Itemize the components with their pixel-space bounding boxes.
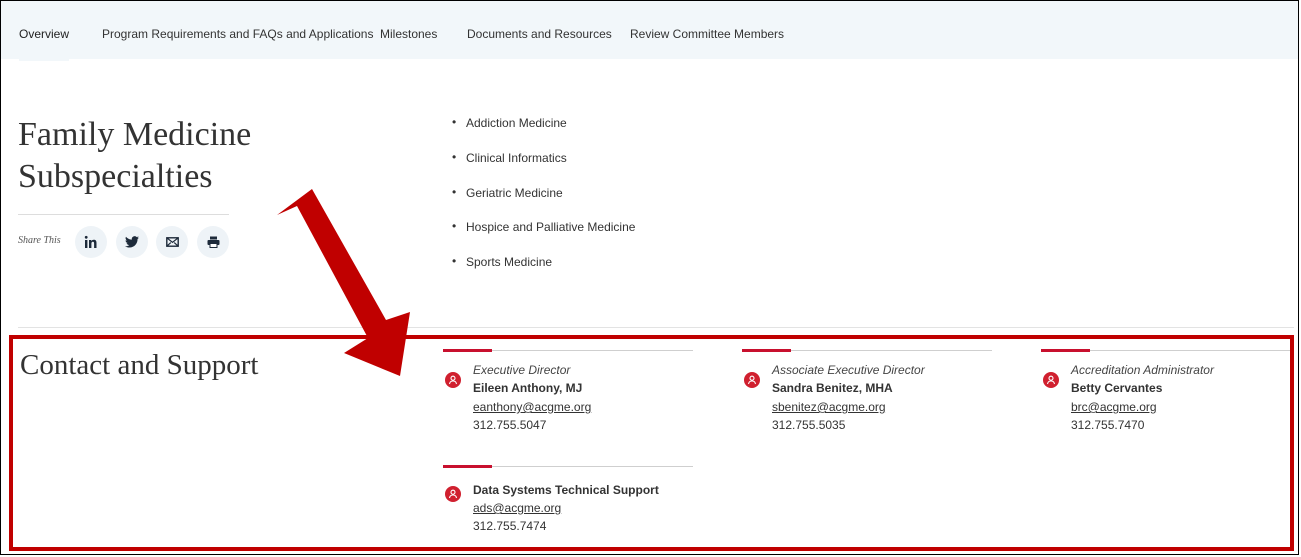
tab-documents-resources[interactable]: Documents and Resources bbox=[467, 27, 612, 41]
share-label: Share This bbox=[18, 235, 61, 246]
linkedin-icon bbox=[84, 235, 98, 249]
share-twitter-button[interactable] bbox=[116, 226, 148, 258]
list-item[interactable]: Addiction Medicine bbox=[452, 115, 635, 151]
tab-overview[interactable]: Overview bbox=[19, 27, 70, 61]
page-title-line-2: Subspecialties bbox=[18, 158, 213, 195]
email-icon bbox=[165, 237, 179, 247]
print-icon bbox=[207, 236, 220, 248]
tab-program-requirements[interactable]: Program Requirements and FAQs and Applic… bbox=[102, 27, 373, 41]
annotation-highlight-box bbox=[9, 335, 1294, 551]
section-divider bbox=[18, 327, 1294, 328]
page-title: Family Medicine Subspecialties bbox=[18, 114, 318, 198]
share-print-button[interactable] bbox=[197, 226, 229, 258]
twitter-icon bbox=[125, 236, 139, 248]
share-email-button[interactable] bbox=[156, 226, 188, 258]
subspecialty-list: Addiction Medicine Clinical Informatics … bbox=[452, 115, 635, 290]
list-item[interactable]: Clinical Informatics bbox=[452, 150, 635, 186]
share-linkedin-button[interactable] bbox=[75, 226, 107, 258]
tab-milestones[interactable]: Milestones bbox=[380, 27, 437, 41]
tab-review-committee[interactable]: Review Committee Members bbox=[630, 27, 784, 41]
page-title-line-1: Family Medicine bbox=[18, 116, 252, 153]
list-item[interactable]: Sports Medicine bbox=[452, 254, 635, 290]
title-divider bbox=[18, 214, 229, 215]
list-item[interactable]: Hospice and Palliative Medicine bbox=[452, 219, 635, 255]
top-nav: Overview Program Requirements and FAQs a… bbox=[1, 1, 1298, 61]
list-item[interactable]: Geriatric Medicine bbox=[452, 185, 635, 221]
